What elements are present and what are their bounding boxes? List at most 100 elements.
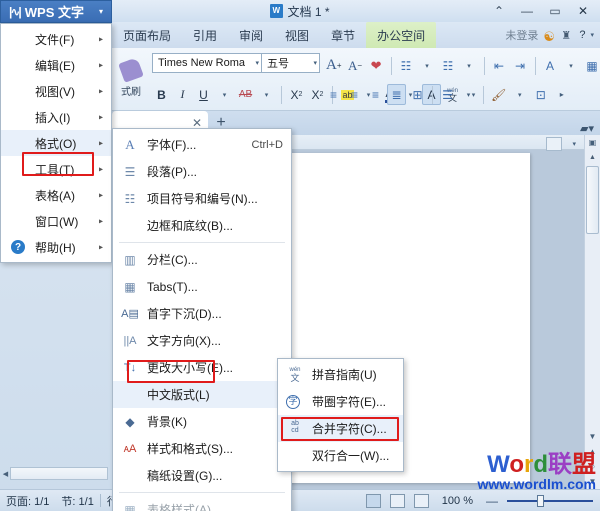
format-painter-label: 式刷 [121,87,141,98]
menu-item-window[interactable]: 窗口(W) ▸ [1,208,111,234]
chevron-down-icon[interactable]: ▾ [572,140,576,148]
styles-icon: ᴀA [123,442,137,455]
zoom-slider-knob[interactable] [537,494,544,507]
bold-button[interactable]: B [152,84,171,105]
menu-item-table[interactable]: 表格(A) ▸ [1,182,111,208]
tab-options-icon[interactable]: ▰▾ [580,122,594,135]
menu-item-tabs[interactable]: ▦ Tabs(T)... [113,273,291,300]
font-name-combobox[interactable]: Times New Roma ▾ [152,53,262,73]
close-button[interactable]: ✕ [570,1,596,21]
tab-references[interactable]: 引用 [182,22,228,48]
next-page-button[interactable]: ▼ [586,474,600,489]
menu-item-tools[interactable]: 工具(T) ▸ [1,156,111,182]
menu-item-text-direction[interactable]: ||A 文字方向(X)... [113,327,291,354]
browse-object-up-button[interactable]: ▲ [586,444,600,459]
increase-indent-button[interactable]: ⇥ [511,55,530,76]
page-view-button[interactable] [365,493,381,508]
menu-item-format[interactable]: 格式(O) ▸ [1,130,111,156]
asian-layout-caret[interactable]: ▾ [562,55,581,76]
align-left-button[interactable]: ≡ [324,84,343,105]
menu-item-chinese-layout[interactable]: 中文版式(L) ▸ [113,381,291,408]
menu-item-view[interactable]: 视图(V) ▸ [1,78,111,104]
clear-format-button[interactable]: ❤ [367,55,386,76]
shrink-font-button[interactable]: A − [346,55,365,76]
paragraph-icon: ☰ [124,164,136,179]
bullets-caret[interactable]: ▾ [418,55,437,76]
underline-button[interactable]: U [194,84,213,105]
minimize-button[interactable]: — [514,1,540,21]
menu-item-label: 编辑(E) [35,58,75,73]
scroll-up-arrow[interactable]: ▲ [586,150,600,164]
menu-item-background[interactable]: ◆ 背景(K) ▸ [113,408,291,435]
scrollbar-thumb[interactable] [586,166,599,234]
web-view-button[interactable] [413,493,429,508]
horizontal-scrollbar[interactable] [10,467,108,480]
grow-font-button[interactable]: A + [324,55,344,76]
menu-item-font[interactable]: A 字体(F)... Ctrl+D [113,131,291,158]
maximize-button[interactable]: ▭ [542,1,568,21]
menu-item-bullets-numbering[interactable]: ☷ 项目符号和编号(N)... [113,185,291,212]
justify-button[interactable]: ≣ [387,84,406,105]
previous-page-button[interactable]: ▼ [586,429,600,444]
line-spacing-button[interactable]: ☰ [438,84,457,105]
outline-view-button[interactable] [389,493,405,508]
wps-menu-button[interactable]: |∿| WPS 文字 ▾ [0,0,112,23]
cloud-sync-icon[interactable]: ☯ [543,29,556,44]
line-spacing-caret[interactable]: ▾ [459,84,478,105]
collapse-ribbon-button[interactable]: ⌃ [486,1,512,21]
select-browse-object-icon[interactable]: ▣ [586,135,600,150]
numbering-button[interactable]: ☷ [439,55,458,76]
format-painter-button[interactable]: 式刷 [114,50,148,108]
menu-item-enclosed-characters[interactable]: 字 带圈字符(E)... [278,388,403,415]
toolbar-overflow-button[interactable]: ▸ [552,84,571,105]
chevron-down-icon[interactable]: ▾ [313,59,317,67]
superscript-button[interactable]: X2 [287,84,306,105]
menu-item-styles-formatting[interactable]: ᴀA 样式和格式(S)... [113,435,291,462]
zoom-slider[interactable] [507,494,593,508]
menu-item-edit[interactable]: 编辑(E) ▸ [1,52,111,78]
menu-item-drop-cap[interactable]: A▤ 首字下沉(D)... [113,300,291,327]
help-icon[interactable]: ? [579,29,585,41]
numbering-caret[interactable]: ▾ [460,55,479,76]
align-center-button[interactable]: ≡ [345,84,364,105]
browse-object-button[interactable]: ○ [586,459,600,474]
menu-item-manuscript-settings[interactable]: 稿纸设置(G)... [113,462,291,489]
strikethrough-caret[interactable]: ▾ [257,84,276,105]
decrease-indent-button[interactable]: ⇤ [490,55,509,76]
borders-button[interactable]: ▦ [583,55,600,76]
zoom-out-button[interactable]: — [486,494,498,508]
font-size-combobox[interactable]: 五号 ▾ [262,53,320,73]
menu-item-file[interactable]: 文件(F) ▸ [1,26,111,52]
distribute-button[interactable]: ⊞ [408,84,427,105]
chevron-down-icon[interactable]: ▾ [590,31,594,39]
shading-button[interactable]: 🖌 [489,84,508,105]
menu-item-combine-characters[interactable]: ab cd 合并字符(C)... [278,415,403,442]
asian-layout-button[interactable]: A [541,55,560,76]
menu-item-double-line[interactable]: 双行合一(W)... [278,442,403,469]
shading-caret[interactable]: ▾ [510,84,529,105]
layout-options-icon[interactable] [546,137,562,151]
strikethrough-button[interactable]: AB [236,84,255,105]
strikethrough-icon: AB [238,89,253,100]
tab-office-space[interactable]: 办公空间 [366,22,437,48]
menu-item-insert[interactable]: 插入(I) ▸ [1,104,111,130]
underline-caret[interactable]: ▾ [215,84,234,105]
menu-item-paragraph[interactable]: ☰ 段落(P)... [113,158,291,185]
tab-section[interactable]: 章节 [320,22,366,48]
menu-item-change-case[interactable]: T↓ 更改大小写(E)... [113,354,291,381]
border-button[interactable]: ⊡ [531,84,550,105]
tab-view[interactable]: 视图 [274,22,320,48]
chevron-down-icon[interactable]: ▾ [255,59,259,67]
login-status-label[interactable]: 未登录 [505,27,538,43]
bullets-button[interactable]: ☷ [397,55,416,76]
menu-item-borders-shading[interactable]: 边框和底纹(B)... [113,212,291,239]
vertical-scrollbar[interactable]: ▣ ▲ ▼ ▲ ○ ▼ [584,135,600,489]
trophy-icon[interactable]: ♜ [561,29,574,42]
align-right-button[interactable]: ≡ [366,84,385,105]
menu-item-help[interactable]: ? 帮助(H) ▸ [1,234,111,260]
tab-review[interactable]: 审阅 [228,22,274,48]
tab-page-layout[interactable]: 页面布局 [112,22,182,48]
italic-button[interactable]: I [173,84,192,105]
menu-item-pinyin-guide[interactable]: wén 文 拼音指南(U) [278,361,403,388]
menu-item-columns[interactable]: ▥ 分栏(C)... [113,246,291,273]
